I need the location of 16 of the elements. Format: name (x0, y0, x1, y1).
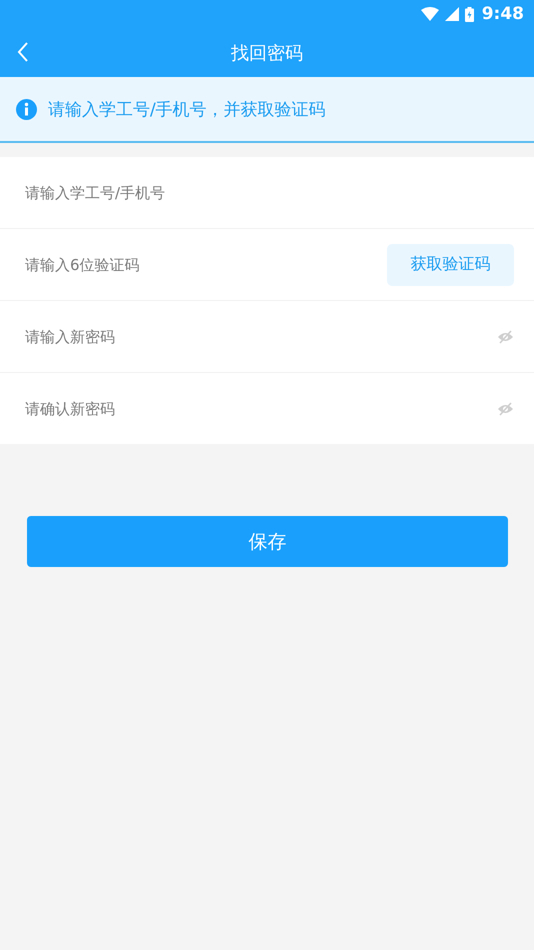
hidden-eye-icon[interactable] (497, 402, 514, 416)
status-time: 9:48 (482, 4, 524, 24)
input-field[interactable]: 请输入学工号/手机号 (25, 184, 514, 202)
hidden-eye-icon[interactable] (497, 330, 514, 344)
input-field[interactable]: 请输入6位验证码 (25, 256, 387, 274)
info-icon (16, 98, 37, 120)
wifi-icon (420, 7, 439, 21)
back-icon[interactable] (17, 42, 29, 62)
save-button[interactable]: 保存 (27, 516, 508, 567)
page-title: 找回密码 (231, 42, 303, 64)
battery-icon (464, 6, 474, 22)
input-field[interactable]: 请确认新密码 (25, 400, 497, 418)
get-code-button[interactable]: 获取验证码 (387, 244, 514, 286)
notice-text: 请输入学工号/手机号，并获取验证码 (48, 98, 326, 120)
input-field[interactable]: 请输入新密码 (25, 328, 497, 346)
signal-icon (444, 7, 459, 21)
